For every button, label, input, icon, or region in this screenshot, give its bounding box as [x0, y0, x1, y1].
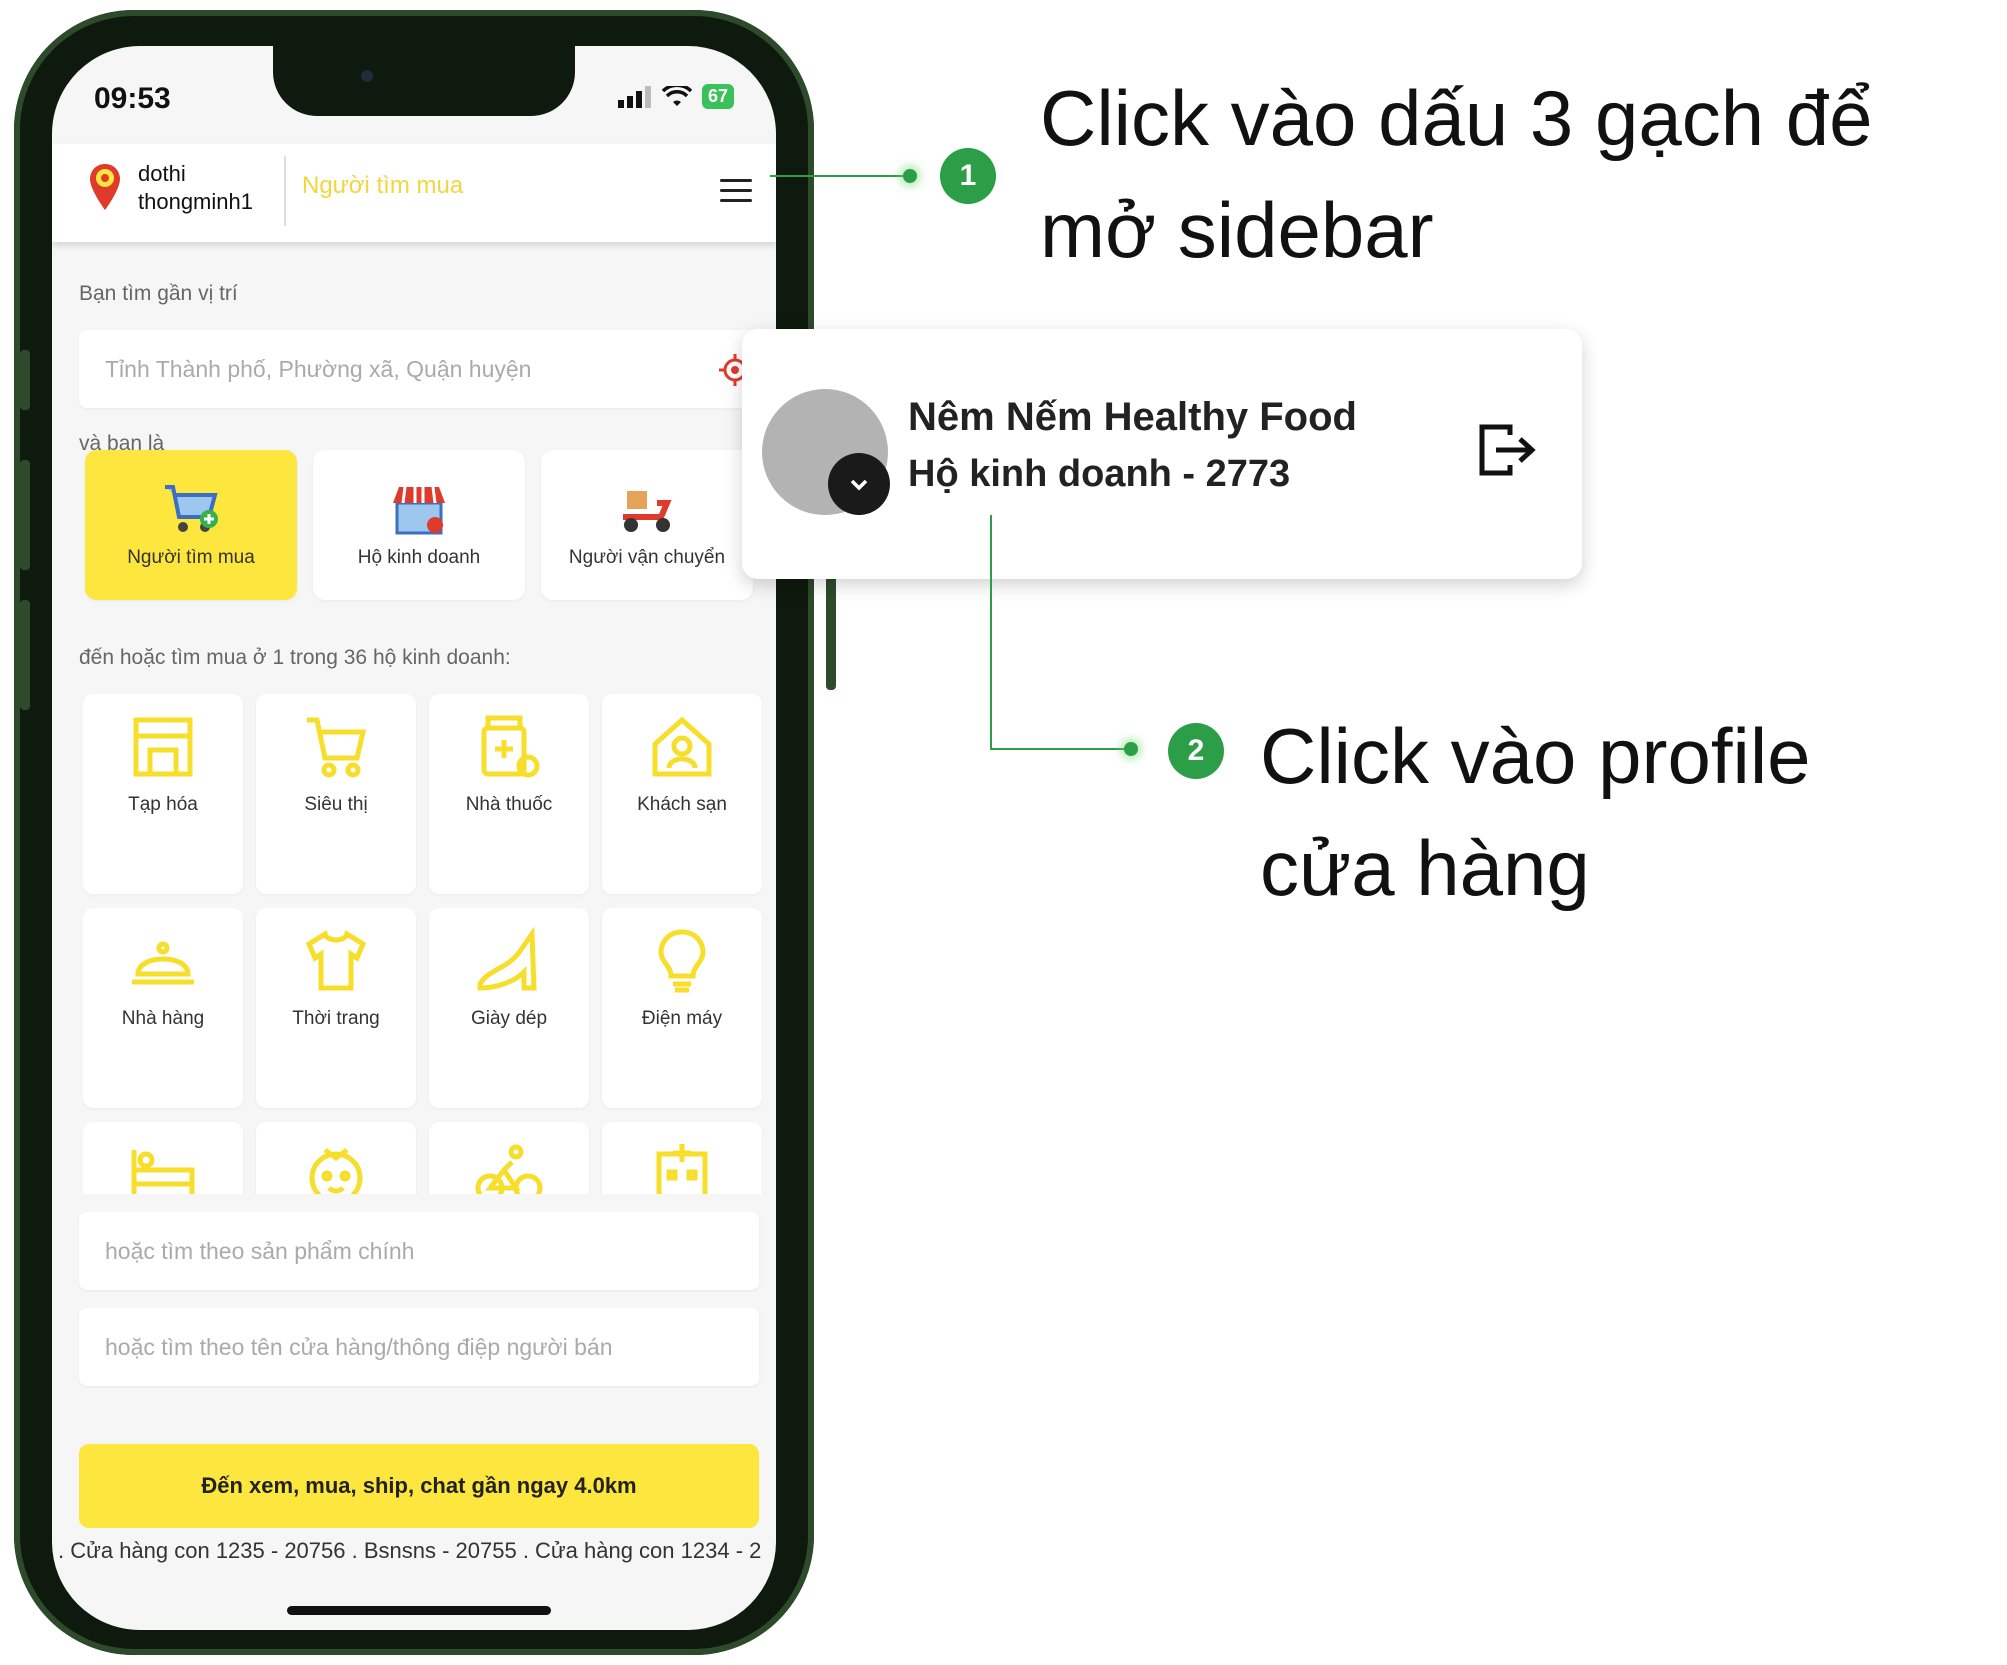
chevron-down-icon	[850, 479, 868, 491]
role-shipper-label: Người vận chuyển	[568, 547, 726, 568]
bed-icon	[131, 1150, 195, 1194]
header-divider	[284, 156, 286, 226]
category-label: Siêu thị	[304, 794, 368, 815]
home-indicator	[287, 1606, 551, 1615]
step-2-instruction: Click vào profile cửa hàng	[1260, 700, 1811, 924]
step-2-line-2: cửa hàng	[1260, 824, 1590, 912]
category-hospital[interactable]	[602, 1122, 762, 1194]
category-baby[interactable]	[256, 1122, 416, 1194]
category-label: Điện máy	[641, 1008, 723, 1029]
step-1-badge: 1	[940, 148, 996, 204]
cloche-icon	[132, 941, 194, 985]
logout-icon[interactable]	[1476, 421, 1538, 479]
store-name[interactable]: Nêm Nếm Healthy Food	[908, 395, 1357, 440]
product-search-placeholder: hoặc tìm theo sản phẩm chính	[105, 1237, 415, 1264]
notch	[273, 46, 575, 116]
category-label: Khách sạn	[637, 794, 727, 815]
step-1-line-1: Click vào dấu 3 gạch để	[1040, 74, 1873, 162]
category-label: Thời trang	[292, 1008, 380, 1029]
product-search-input[interactable]: hoặc tìm theo sản phẩm chính	[79, 1212, 759, 1290]
location-pin-logo-icon	[90, 164, 120, 210]
menu-bar	[720, 189, 752, 192]
menu-bar	[720, 199, 752, 202]
step-1-line-2: mở sidebar	[1040, 186, 1434, 274]
category-grid: Tạp hóa Siêu thị Nhà thuốc Khách sạn Nhà…	[83, 694, 763, 1194]
callout-dot-1	[903, 169, 917, 183]
shop-icon	[393, 486, 445, 535]
store-subtitle[interactable]: Hộ kinh doanh - 2773	[908, 453, 1290, 496]
role-shipper[interactable]: Người vận chuyển	[541, 450, 753, 600]
location-label: Bạn tìm gần vị trí	[79, 282, 238, 305]
bulb-icon	[658, 929, 706, 993]
wifi-icon	[661, 85, 692, 106]
category-giay-dep[interactable]: Giày dép	[429, 908, 589, 1108]
category-dien-may[interactable]: Điện máy	[602, 908, 762, 1108]
status-time: 09:53	[94, 82, 171, 115]
role-buyer-label: Người tìm mua	[127, 547, 255, 568]
store-search-input[interactable]: hoặc tìm theo tên cửa hàng/thông điệp ng…	[79, 1308, 759, 1386]
hospital-icon	[656, 1144, 708, 1194]
role-business-label: Hộ kinh doanh	[357, 547, 481, 568]
role-buyer[interactable]: Người tìm mua	[85, 450, 297, 600]
store-ticker: . Cửa hàng con 1235 - 20756 . Bsnsns - 2…	[58, 1538, 762, 1563]
hamburger-menu-button[interactable]	[716, 172, 756, 212]
category-nha-thuoc[interactable]: Nhà thuốc	[429, 694, 589, 894]
location-input[interactable]: Tỉnh Thành phố, Phường xã, Quận huyện	[79, 330, 759, 408]
category-nha-hang[interactable]: Nhà hàng	[83, 908, 243, 1108]
category-bed[interactable]	[83, 1122, 243, 1194]
callout-dot-2	[1124, 742, 1138, 756]
category-sieu-thi[interactable]: Siêu thị	[256, 694, 416, 894]
step-2-badge: 2	[1168, 723, 1224, 779]
role-business[interactable]: Hộ kinh doanh	[313, 450, 525, 600]
location-placeholder: Tỉnh Thành phố, Phường xã, Quận huyện	[105, 355, 532, 382]
brand-name: dothi thongminh1	[138, 160, 253, 216]
mute-switch	[20, 350, 30, 410]
category-label: Tạp hóa	[128, 794, 198, 815]
signal-icon	[617, 85, 651, 108]
menu-bar	[720, 179, 752, 182]
camera-icon	[361, 70, 373, 82]
category-label: Nhà thuốc	[465, 794, 553, 815]
app-screen: 09:53 67 dothi thongminh1 Người tìm mua	[52, 46, 776, 1630]
category-label: Giày dép	[470, 1008, 548, 1029]
header-role: Người tìm mua	[302, 172, 464, 199]
battery-indicator: 67	[701, 84, 734, 109]
callout-line-1	[770, 175, 910, 177]
step-1-instruction: Click vào dấu 3 gạch để mở sidebar	[1040, 62, 1873, 286]
callout-line-2-horizontal	[990, 748, 1130, 750]
category-tap-hoa[interactable]: Tạp hóa	[83, 694, 243, 894]
brand-line-2: thongminh1	[138, 189, 253, 214]
status-icons: 67	[617, 84, 734, 109]
step-2-line-1: Click vào profile	[1260, 712, 1811, 800]
shirt-icon	[305, 930, 367, 991]
category-bicycle[interactable]	[429, 1122, 589, 1194]
pharmacy-icon	[481, 715, 540, 778]
bicycle-icon	[475, 1144, 543, 1194]
store-search-placeholder: hoặc tìm theo tên cửa hàng/thông điệp ng…	[105, 1333, 613, 1360]
profile-popup: Nêm Nếm Healthy Food Hộ kinh doanh - 277…	[742, 329, 1582, 579]
store-icon	[133, 717, 193, 777]
phone-frame: 09:53 67 dothi thongminh1 Người tìm mua	[14, 10, 836, 1655]
app-header: dothi thongminh1 Người tìm mua	[52, 144, 776, 242]
shopping-cart-add-icon	[165, 485, 218, 532]
cart-icon	[307, 717, 367, 778]
delivery-scooter-icon	[623, 491, 672, 532]
category-label: Nhà hàng	[121, 1008, 205, 1029]
heel-icon	[477, 926, 537, 991]
hotel-icon	[652, 716, 712, 777]
callout-line-2-vertical	[990, 515, 992, 750]
volume-up-button	[20, 460, 30, 570]
volume-down-button	[20, 600, 30, 710]
baby-icon	[309, 1147, 363, 1194]
category-khach-san[interactable]: Khách sạn	[602, 694, 762, 894]
category-thoi-trang[interactable]: Thời trang	[256, 908, 416, 1108]
categories-label: đến hoặc tìm mua ở 1 trong 36 hộ kinh do…	[79, 646, 511, 669]
explore-nearby-button[interactable]: Đến xem, mua, ship, chat gần ngay 4.0km	[79, 1444, 759, 1528]
brand-line-1: dothi	[138, 161, 186, 186]
profile-dropdown-button[interactable]	[828, 453, 890, 515]
